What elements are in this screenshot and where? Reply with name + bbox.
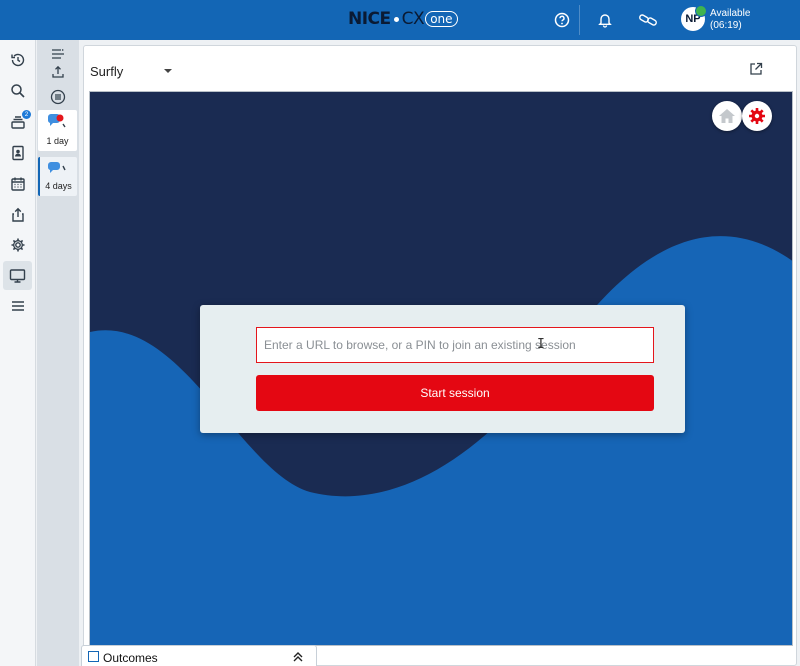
link-icon[interactable] [637,9,659,31]
outcomes-tab[interactable]: Outcomes [81,645,317,666]
app-selector[interactable]: Surfly [90,64,123,79]
chevron-double-up-icon[interactable] [291,649,305,666]
home-icon [719,109,735,123]
url-or-pin-input[interactable] [256,327,654,363]
contact-card-1[interactable]: 1 day [38,110,77,151]
left-nav: 2 [0,40,36,666]
logo-nice-text: NICE [348,9,391,29]
contact-card-2[interactable]: 4 days [38,157,77,196]
chat-bubble-icon [47,162,66,173]
text-cursor-icon: I [537,337,545,352]
contacts-panel: 1 day 4 days [37,40,79,666]
gear-icon[interactable] [3,230,32,259]
chat-bubble-icon [47,114,66,128]
menu-icon[interactable] [3,291,32,320]
session-card: I Start session [200,305,685,433]
list-circle-icon[interactable] [47,88,69,106]
help-circle-icon[interactable] [551,9,573,31]
gear-icon [749,108,765,124]
upload-icon[interactable] [47,63,69,81]
top-bar: NICE CX one NP Available (06:19) [0,0,800,40]
queue-icon[interactable]: 2 [3,107,32,136]
address-book-icon[interactable] [3,138,32,167]
outcomes-label: Outcomes [103,651,158,665]
chevron-down-icon[interactable] [164,69,172,73]
logo-one-text: one [425,11,458,27]
logo-dot [393,16,399,22]
agent-status[interactable]: Available (06:19) [710,8,750,32]
contact-age-label: 1 day [46,136,69,146]
queue-count-badge: 2 [22,110,31,119]
logo-cx-text: CX [401,9,425,29]
external-link-icon[interactable] [749,62,763,81]
start-session-button[interactable]: Start session [256,375,654,411]
list-options-icon[interactable] [47,45,69,63]
search-icon[interactable] [3,76,32,105]
topbar-divider [579,5,580,35]
home-button[interactable] [712,101,742,131]
history-icon[interactable] [3,45,32,74]
contact-age-label: 4 days [45,181,72,191]
settings-button[interactable] [742,101,772,131]
surfly-stage: I Start session [89,91,793,646]
share-icon[interactable] [3,200,32,229]
available-check-icon [695,5,707,17]
monitor-icon[interactable] [3,261,32,290]
bell-icon[interactable] [594,9,616,31]
nice-cxone-logo: NICE CX one [348,8,458,30]
calendar-icon[interactable] [3,169,32,198]
status-label: Available [710,8,751,19]
status-timer: (06:19) [710,20,742,31]
checkbox-icon [88,651,99,662]
